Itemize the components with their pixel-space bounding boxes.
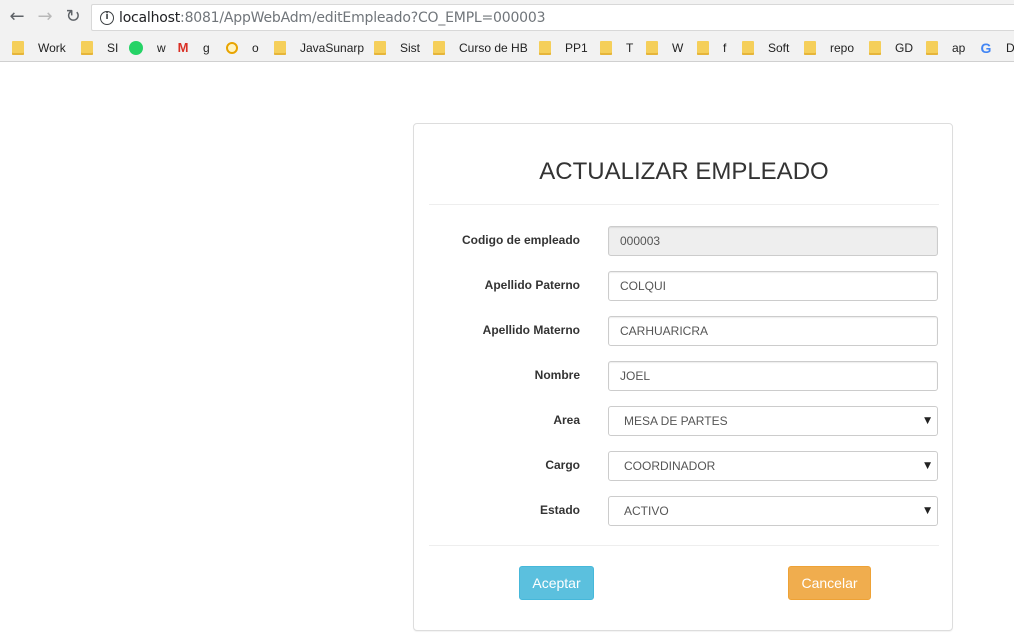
aceptar-button[interactable]: Aceptar — [519, 566, 594, 600]
folder-icon — [646, 41, 658, 55]
folder-icon — [926, 41, 938, 55]
folder-icon — [374, 41, 386, 55]
form-row-estado: Estado ACTIVO ▼ — [414, 496, 954, 526]
gmail-icon: M — [177, 40, 189, 55]
folder-icon — [600, 41, 612, 55]
form-row-apellido-paterno: Apellido Paterno COLQUI — [414, 271, 954, 301]
bookmark-w[interactable]: w — [129, 40, 166, 56]
bookmark-o[interactable]: o — [226, 40, 259, 56]
folder-icon — [742, 41, 754, 55]
folder-icon — [697, 41, 709, 55]
bookmark-pp1[interactable]: PP1 — [539, 40, 588, 56]
bookmark-sist[interactable]: Sist — [374, 40, 420, 56]
folder-icon — [539, 41, 551, 55]
codigo-field: 000003 — [608, 226, 938, 256]
bookmark-w2[interactable]: W — [646, 40, 683, 56]
edit-employee-panel: ACTUALIZAR EMPLEADO Codigo de empleado 0… — [413, 123, 953, 631]
bookmark-d[interactable]: GD — [980, 40, 1014, 56]
area-label: Area — [553, 413, 580, 427]
form-row-area: Area MESA DE PARTES ▼ — [414, 406, 954, 436]
whatsapp-icon — [129, 41, 143, 55]
folder-icon — [869, 41, 881, 55]
bookmark-t[interactable]: T — [600, 40, 633, 56]
apellido-materno-field[interactable]: CARHUARICRA — [608, 316, 938, 346]
form-row-cargo: Cargo COORDINADOR ▼ — [414, 451, 954, 481]
folder-icon — [804, 41, 816, 55]
form-row-nombre: Nombre JOEL — [414, 361, 954, 391]
address-bar: ← → ↻ i localhost:8081/AppWebAdm/editEmp… — [0, 0, 1014, 34]
cancelar-button[interactable]: Cancelar — [788, 566, 871, 600]
bookmark-f[interactable]: f — [697, 40, 726, 56]
caret-down-icon: ▼ — [924, 461, 931, 471]
apellido-paterno-field[interactable]: COLQUI — [608, 271, 938, 301]
cargo-label: Cargo — [545, 458, 580, 472]
bookmark-gd[interactable]: GD — [869, 40, 913, 56]
bookmarks-bar: Work SI w Mg o JavaSunarp Sist Curso de … — [0, 34, 1014, 62]
search-icon — [226, 42, 238, 54]
bookmark-ap[interactable]: ap — [926, 40, 965, 56]
bookmark-si[interactable]: SI — [81, 40, 118, 56]
google-icon: G — [980, 40, 992, 56]
cargo-select[interactable]: COORDINADOR ▼ — [608, 451, 938, 481]
bookmark-work[interactable]: Work — [12, 40, 66, 56]
folder-icon — [12, 41, 24, 55]
folder-icon — [81, 41, 93, 55]
folder-icon — [274, 41, 286, 55]
apellido-paterno-label: Apellido Paterno — [484, 278, 580, 292]
bookmark-repo[interactable]: repo — [804, 40, 854, 56]
bookmark-javasunarp[interactable]: JavaSunarp — [274, 40, 364, 56]
area-select[interactable]: MESA DE PARTES ▼ — [608, 406, 938, 436]
divider — [429, 545, 939, 546]
bookmark-curso-de-hb[interactable]: Curso de HB — [433, 40, 528, 56]
area-select-value: MESA DE PARTES — [624, 414, 728, 428]
page-title: ACTUALIZAR EMPLEADO — [539, 158, 829, 185]
nombre-label: Nombre — [534, 368, 580, 382]
info-icon[interactable]: i — [100, 11, 114, 25]
form-row-codigo: Codigo de empleado 000003 — [414, 226, 954, 256]
forward-arrow-icon[interactable]: → — [34, 6, 56, 28]
codigo-label: Codigo de empleado — [461, 233, 580, 247]
estado-label: Estado — [539, 503, 580, 517]
nombre-field[interactable]: JOEL — [608, 361, 938, 391]
reload-icon[interactable]: ↻ — [62, 6, 84, 28]
folder-icon — [433, 41, 445, 55]
estado-select[interactable]: ACTIVO ▼ — [608, 496, 938, 526]
url-text: localhost:8081/AppWebAdm/editEmpleado?CO… — [119, 10, 546, 26]
bookmark-soft[interactable]: Soft — [742, 40, 789, 56]
estado-select-value: ACTIVO — [624, 504, 669, 518]
back-arrow-icon[interactable]: ← — [6, 6, 28, 28]
divider — [429, 204, 939, 205]
bookmark-g[interactable]: Mg — [177, 40, 210, 56]
url-input[interactable]: i localhost:8081/AppWebAdm/editEmpleado?… — [91, 4, 1014, 31]
form-row-apellido-materno: Apellido Materno CARHUARICRA — [414, 316, 954, 346]
apellido-materno-label: Apellido Materno — [482, 323, 580, 337]
cargo-select-value: COORDINADOR — [624, 459, 716, 473]
caret-down-icon: ▼ — [924, 506, 931, 516]
caret-down-icon: ▼ — [924, 416, 931, 426]
